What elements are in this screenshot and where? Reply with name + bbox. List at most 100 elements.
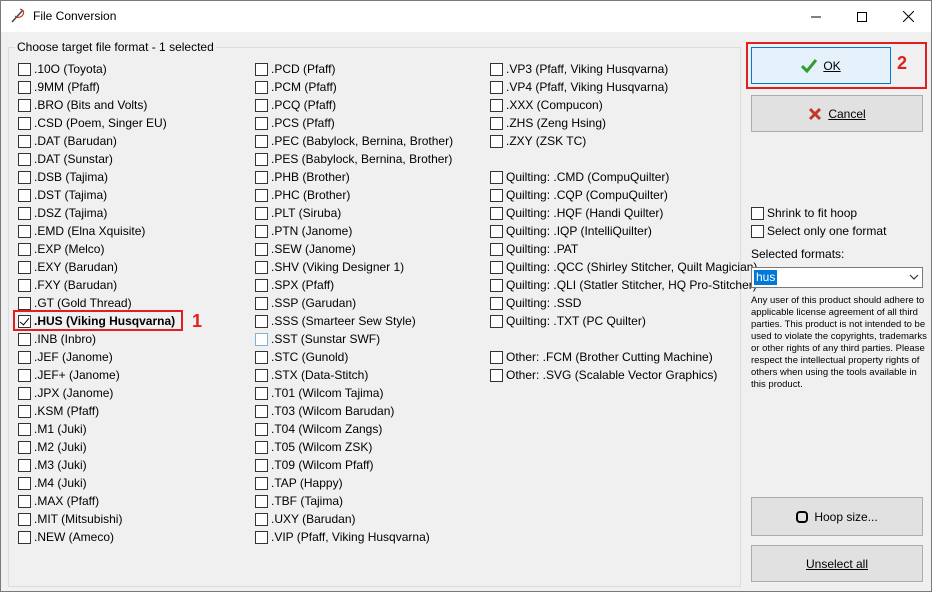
format-option[interactable]: .DSZ (Tajima) (18, 204, 107, 222)
format-option[interactable]: .VIP (Pfaff, Viking Husqvarna) (255, 528, 430, 546)
format-option[interactable]: .T09 (Wilcom Pfaff) (255, 456, 373, 474)
format-option[interactable]: Quilting: .SSD (490, 294, 581, 312)
hoop-size-button[interactable]: Hoop size... (751, 497, 923, 536)
format-checkbox[interactable] (490, 188, 503, 202)
format-option[interactable]: .M3 (Juki) (18, 456, 87, 474)
format-option[interactable]: .MAX (Pfaff) (18, 492, 99, 510)
format-checkbox[interactable] (490, 170, 503, 184)
format-option[interactable]: Quilting: .QCC (Shirley Stitcher, Quilt … (490, 258, 757, 276)
shrink-to-fit-option[interactable]: Shrink to fit hoop (751, 206, 857, 220)
format-checkbox[interactable] (255, 530, 268, 544)
ok-button[interactable]: OK (751, 47, 891, 84)
format-checkbox[interactable] (490, 260, 503, 274)
format-checkbox[interactable] (255, 188, 268, 202)
format-option[interactable]: .DAT (Barudan) (18, 132, 117, 150)
format-checkbox[interactable] (18, 116, 31, 130)
format-checkbox[interactable] (18, 368, 31, 382)
format-checkbox[interactable] (255, 134, 268, 148)
format-checkbox[interactable] (255, 494, 268, 508)
format-checkbox[interactable] (255, 332, 268, 346)
format-option[interactable]: .PEC (Babylock, Bernina, Brother) (255, 132, 453, 150)
format-option[interactable]: .T01 (Wilcom Tajima) (255, 384, 383, 402)
format-option[interactable]: .BRO (Bits and Volts) (18, 96, 147, 114)
format-checkbox[interactable] (490, 224, 503, 238)
format-option[interactable]: .PLT (Siruba) (255, 204, 341, 222)
format-option[interactable]: .M4 (Juki) (18, 474, 87, 492)
format-option[interactable]: .PCM (Pfaff) (255, 78, 337, 96)
format-checkbox[interactable] (255, 170, 268, 184)
format-checkbox[interactable] (18, 512, 31, 526)
select-one-checkbox[interactable] (751, 224, 764, 238)
format-option[interactable]: .PHB (Brother) (255, 168, 350, 186)
format-option[interactable]: Other: .FCM (Brother Cutting Machine) (490, 348, 713, 366)
format-checkbox[interactable] (18, 350, 31, 364)
cancel-button[interactable]: Cancel (751, 95, 923, 132)
format-option[interactable]: .MIT (Mitsubishi) (18, 510, 122, 528)
format-checkbox[interactable] (255, 62, 268, 76)
format-checkbox[interactable] (255, 458, 268, 472)
format-option[interactable]: Quilting: .CQP (CompuQuilter) (490, 186, 668, 204)
format-checkbox[interactable] (18, 404, 31, 418)
format-checkbox[interactable] (18, 476, 31, 490)
format-option[interactable]: .T03 (Wilcom Barudan) (255, 402, 394, 420)
format-option[interactable]: .9MM (Pfaff) (18, 78, 100, 96)
format-option[interactable]: .EXP (Melco) (18, 240, 104, 258)
format-option[interactable]: .STX (Data-Stitch) (255, 366, 368, 384)
format-option[interactable]: .SHV (Viking Designer 1) (255, 258, 404, 276)
format-checkbox[interactable] (255, 224, 268, 238)
format-checkbox[interactable] (255, 386, 268, 400)
format-option[interactable]: .PCS (Pfaff) (255, 114, 335, 132)
format-checkbox[interactable] (18, 458, 31, 472)
format-option[interactable]: .PES (Babylock, Bernina, Brother) (255, 150, 452, 168)
close-button[interactable] (885, 1, 931, 32)
format-checkbox[interactable] (18, 530, 31, 544)
select-one-option[interactable]: Select only one format (751, 224, 886, 238)
format-checkbox[interactable] (490, 242, 503, 256)
format-option[interactable]: .EXY (Barudan) (18, 258, 118, 276)
title-bar[interactable]: File Conversion (1, 1, 931, 32)
format-option[interactable]: Quilting: .PAT (490, 240, 578, 258)
format-checkbox[interactable] (255, 440, 268, 454)
format-option[interactable]: .T04 (Wilcom Zangs) (255, 420, 382, 438)
format-option[interactable]: .SEW (Janome) (255, 240, 356, 258)
format-option[interactable]: .PTN (Janome) (255, 222, 352, 240)
format-option[interactable]: .TAP (Happy) (255, 474, 343, 492)
minimize-button[interactable] (793, 1, 839, 32)
format-option[interactable]: .FXY (Barudan) (18, 276, 117, 294)
format-checkbox[interactable] (255, 314, 268, 328)
format-checkbox[interactable] (490, 62, 503, 76)
format-option[interactable]: Other: .SVG (Scalable Vector Graphics) (490, 366, 717, 384)
format-option[interactable]: .CSD (Poem, Singer EU) (18, 114, 167, 132)
format-checkbox[interactable] (255, 350, 268, 364)
format-option[interactable]: .SST (Sunstar SWF) (255, 330, 380, 348)
format-option[interactable]: Quilting: .TXT (PC Quilter) (490, 312, 646, 330)
format-checkbox[interactable] (18, 170, 31, 184)
format-checkbox[interactable] (18, 440, 31, 454)
format-checkbox[interactable] (255, 404, 268, 418)
format-checkbox[interactable] (18, 224, 31, 238)
format-option[interactable]: .KSM (Pfaff) (18, 402, 99, 420)
format-checkbox[interactable] (255, 152, 268, 166)
format-option[interactable]: .PHC (Brother) (255, 186, 350, 204)
format-option[interactable]: .T05 (Wilcom ZSK) (255, 438, 372, 456)
format-checkbox[interactable] (255, 116, 268, 130)
format-option[interactable]: .DST (Tajima) (18, 186, 107, 204)
format-checkbox[interactable] (18, 422, 31, 436)
format-checkbox[interactable] (490, 368, 503, 382)
format-option[interactable]: .TBF (Tajima) (255, 492, 343, 510)
format-checkbox[interactable] (18, 278, 31, 292)
format-option[interactable]: .JPX (Janome) (18, 384, 113, 402)
format-checkbox[interactable] (255, 98, 268, 112)
format-option[interactable]: .JEF (Janome) (18, 348, 113, 366)
format-checkbox[interactable] (18, 62, 31, 76)
format-checkbox[interactable] (490, 116, 503, 130)
format-checkbox[interactable] (255, 368, 268, 382)
maximize-button[interactable] (839, 1, 885, 32)
format-option[interactable]: .JEF+ (Janome) (18, 366, 120, 384)
format-option[interactable]: .NEW (Ameco) (18, 528, 114, 546)
format-checkbox[interactable] (490, 350, 503, 364)
format-option[interactable]: .SSP (Garudan) (255, 294, 356, 312)
format-checkbox[interactable] (255, 260, 268, 274)
format-option[interactable]: .DAT (Sunstar) (18, 150, 113, 168)
format-checkbox[interactable] (255, 422, 268, 436)
